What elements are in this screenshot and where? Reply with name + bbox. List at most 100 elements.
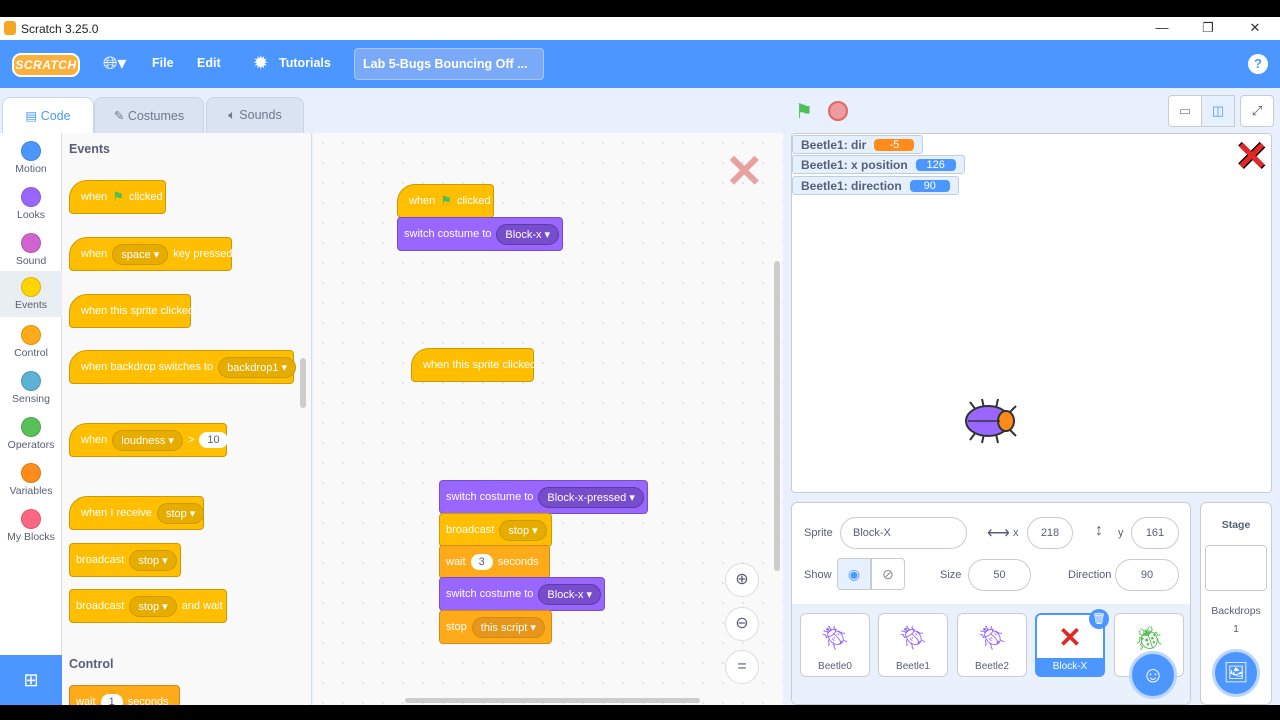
zoom-reset-button[interactable]: = — [725, 650, 759, 684]
stop-sign-button[interactable] — [828, 101, 848, 121]
stop-dropdown[interactable]: this script ▾ — [471, 616, 545, 638]
show-visible-button[interactable]: ◉ — [837, 558, 871, 590]
message-dropdown[interactable]: stop ▾ — [129, 549, 177, 571]
message-dropdown[interactable]: stop ▾ — [156, 502, 205, 524]
menu-tutorials[interactable]: Tutorials — [279, 56, 331, 70]
restore-button[interactable]: ❐ — [1198, 20, 1218, 36]
scratch-logo[interactable]: SCRATCH — [12, 53, 80, 77]
close-window-button[interactable]: ✕ — [1245, 20, 1265, 36]
monitor-beetle1-direction: Beetle1: direction 90 — [792, 176, 959, 195]
seconds-input[interactable]: 3 — [470, 554, 493, 570]
horizontal-arrows-icon: ⟷ — [987, 525, 1010, 542]
block-when-backdrop-switches[interactable]: when backdrop switches to backdrop1 ▾ — [69, 350, 297, 384]
category-motion[interactable]: Motion — [0, 135, 62, 179]
app-icon — [4, 21, 16, 35]
block-wait-seconds[interactable]: wait 1 seconds — [69, 685, 180, 705]
costume-dropdown[interactable]: Block-x ▾ — [496, 223, 560, 245]
monitor-label: Beetle1: dir — [801, 137, 867, 152]
script-when-flag-clicked[interactable]: when ⚑ clicked — [397, 184, 494, 218]
seconds-input[interactable]: 1 — [100, 694, 123, 705]
key-dropdown[interactable]: space ▾ — [112, 243, 169, 265]
looks-dot-icon — [21, 187, 41, 207]
palette-scrollbar[interactable] — [300, 358, 306, 408]
project-title-input[interactable]: Lab 5-Bugs Bouncing Off ... — [354, 48, 544, 80]
control-title: Control — [69, 657, 114, 671]
small-stage-button[interactable]: ▭ — [1168, 95, 1202, 127]
threshold-input[interactable]: 10 — [199, 432, 228, 448]
category-looks[interactable]: Looks — [0, 181, 62, 225]
block-when-sprite-clicked[interactable]: when this sprite clicked — [69, 294, 194, 328]
choose-backdrop-button[interactable]: 🖼︎ — [1212, 649, 1260, 697]
direction-input[interactable]: 90 — [1115, 559, 1179, 591]
choose-sprite-button[interactable]: ☺ — [1129, 651, 1177, 699]
block-broadcast-and-wait[interactable]: broadcast stop ▾ and wait — [69, 589, 227, 623]
script-switch-costume[interactable]: switch costume to Block-x ▾ — [397, 217, 563, 251]
help-icon[interactable]: ? — [1248, 54, 1268, 74]
block-broadcast[interactable]: broadcast stop ▾ — [69, 543, 181, 577]
script-vertical-scrollbar[interactable] — [774, 261, 780, 571]
zoom-in-button[interactable]: ⊕ — [725, 563, 759, 597]
add-extension-button[interactable]: ⊞ — [0, 655, 62, 705]
monitor-beetle1-dir: Beetle1: dir -5 — [792, 135, 924, 154]
stage-thumbnail[interactable] — [1205, 545, 1267, 591]
zoom-out-button[interactable]: ⊖ — [725, 607, 759, 641]
globe-icon[interactable]: 🌐︎▾ — [103, 53, 126, 74]
menu-file[interactable]: File — [152, 56, 174, 70]
script-switch-costume-pressed[interactable]: switch costume to Block-x-pressed ▾ — [439, 480, 648, 514]
block-when-i-receive[interactable]: when I receive stop ▾ — [69, 496, 205, 530]
script-when-sprite-clicked[interactable]: when this sprite clicked — [411, 348, 536, 382]
green-flag-button[interactable]: ⚑ — [795, 99, 813, 124]
sprite-name-input[interactable]: Block-X — [840, 517, 967, 549]
sensor-dropdown[interactable]: loudness ▾ — [112, 429, 183, 451]
monitor-value: -5 — [874, 138, 915, 151]
message-dropdown[interactable]: stop ▾ — [129, 595, 177, 617]
category-variables[interactable]: Variables — [0, 457, 62, 501]
y-position-input[interactable]: 161 — [1131, 517, 1179, 549]
message-dropdown[interactable]: stop ▾ — [499, 519, 547, 541]
beetle-sprite-icon[interactable] — [962, 396, 1022, 446]
script-broadcast[interactable]: broadcast stop ▾ — [439, 513, 552, 547]
tab-code[interactable]: ▤ Code — [2, 97, 94, 133]
stage-selector-pane[interactable]: Stage Backdrops 1 🖼︎ — [1200, 502, 1272, 705]
category-operators[interactable]: Operators — [0, 411, 62, 455]
cat-plus-icon: ☺ — [1141, 662, 1165, 687]
script-stop[interactable]: stop this script ▾ — [439, 610, 552, 644]
tab-sounds[interactable]: 🔈︎ Sounds — [206, 97, 304, 133]
block-text: when — [81, 434, 108, 446]
category-events[interactable]: Events — [0, 271, 62, 317]
fullscreen-button[interactable]: ⤢ — [1240, 95, 1274, 127]
events-dot-icon — [21, 277, 41, 297]
category-control[interactable]: Control — [0, 319, 62, 363]
image-plus-icon: 🖼︎ — [1223, 662, 1249, 684]
block-x-sprite-icon[interactable]: ✕ — [1235, 134, 1269, 180]
sprite-thumb-beetle0[interactable]: 🪲︎ Beetle0 — [800, 613, 870, 677]
tab-costumes[interactable]: ✎ Costumes — [94, 97, 204, 133]
category-sensing[interactable]: Sensing — [0, 365, 62, 409]
large-stage-button[interactable]: ◫ — [1201, 95, 1235, 127]
dropdown-value: Block-x — [505, 228, 542, 241]
script-switch-costume-back[interactable]: switch costume to Block-x ▾ — [439, 577, 605, 611]
show-hidden-button[interactable]: ⊘ — [871, 558, 905, 590]
block-when-flag-clicked[interactable]: when ⚑ clicked — [69, 180, 166, 214]
size-input[interactable]: 50 — [968, 559, 1031, 591]
menu-edit[interactable]: Edit — [197, 56, 221, 70]
script-horizontal-scrollbar[interactable] — [405, 698, 700, 703]
x-position-input[interactable]: 218 — [1027, 517, 1073, 549]
sprite-thumb-beetle1[interactable]: 🪲︎ Beetle1 — [878, 613, 948, 677]
script-wait[interactable]: wait 3 seconds — [439, 545, 550, 579]
block-text: switch costume to — [404, 228, 492, 240]
block-when-greater-than[interactable]: when loudness ▾ > 10 — [69, 423, 228, 457]
monitor-label: Beetle1: x position — [801, 157, 908, 172]
minimize-button[interactable]: — — [1152, 20, 1172, 35]
block-palette: Events when ⚑ clicked when space ▾ key p… — [62, 133, 312, 705]
motion-dot-icon — [21, 141, 41, 161]
category-sound[interactable]: Sound — [0, 227, 62, 271]
block-when-key-pressed[interactable]: when space ▾ key pressed — [69, 237, 233, 271]
sprite-thumb-beetle2[interactable]: 🪲︎ Beetle2 — [957, 613, 1027, 677]
costume-dropdown[interactable]: Block-x-pressed ▾ — [538, 486, 644, 508]
stage-canvas[interactable]: Beetle1: dir -5 Beetle1: x position 126 … — [791, 133, 1272, 493]
backdrop-dropdown[interactable]: backdrop1 ▾ — [218, 356, 297, 378]
costume-dropdown[interactable]: Block-x ▾ — [538, 583, 602, 605]
category-my-blocks[interactable]: My Blocks — [0, 503, 62, 547]
delete-sprite-trash-icon[interactable]: 🗑︎ — [1089, 609, 1109, 629]
